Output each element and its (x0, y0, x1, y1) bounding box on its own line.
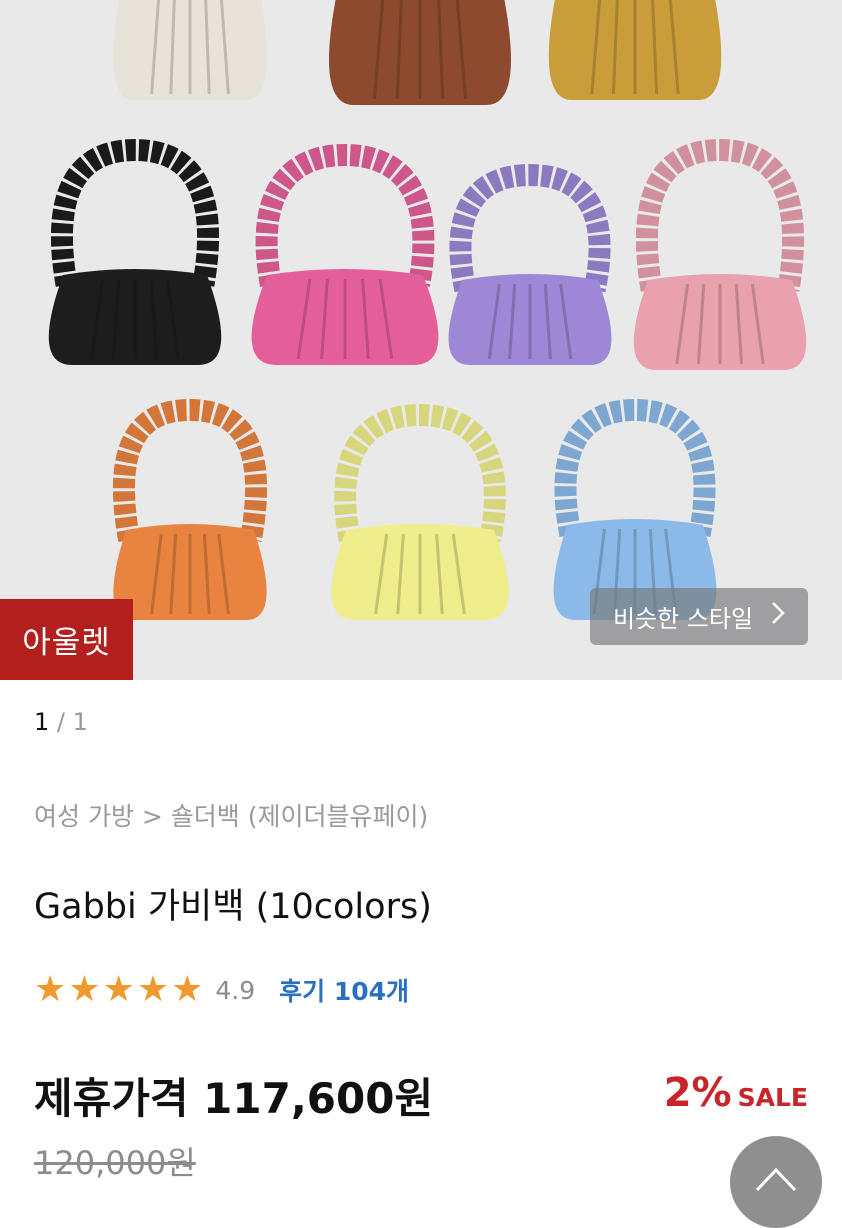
breadcrumb[interactable]: 여성 가방 > 숄더백 (제이더블유페이) (34, 797, 428, 833)
bag-4 (48, 138, 222, 365)
bag-2 (328, 0, 512, 105)
discount-percent: 2% (663, 1070, 732, 1116)
similar-style-button[interactable]: 비슷한 스타일 (590, 588, 808, 645)
product-image-gallery[interactable]: 아울렛 비슷한 스타일 (0, 0, 842, 680)
image-pager: 1 / 1 (34, 708, 88, 736)
review-count-link[interactable]: 후기 104개 (279, 972, 409, 1008)
pager-current: 1 (34, 708, 50, 736)
star-rating: ★ ★ ★ ★ ★ (34, 970, 203, 1010)
partner-price: 제휴가격 117,600원 (34, 1074, 434, 1123)
pager-total: 1 (72, 708, 88, 736)
bag-7 (633, 138, 807, 370)
star-icon: ★ (34, 969, 67, 1010)
similar-style-label: 비슷한 스타일 (612, 605, 754, 633)
original-price: 120,000원 (34, 1144, 196, 1182)
bag-1 (113, 0, 267, 100)
scroll-top-button[interactable] (730, 1136, 822, 1228)
star-icon: ★ (102, 969, 135, 1010)
pager-separator: / (49, 708, 73, 736)
bag-8 (113, 398, 267, 620)
outlet-badge: 아울렛 (0, 599, 133, 680)
star-icon: ★ (68, 969, 101, 1010)
bag-3 (548, 0, 722, 100)
sale-label: SALE (737, 1083, 808, 1112)
chevron-right-icon (771, 601, 785, 632)
bag-image (48, 0, 807, 620)
rating-row: ★ ★ ★ ★ ★ 4.9 후기 104개 (34, 970, 409, 1010)
bag-5 (251, 143, 439, 365)
bag-9 (331, 403, 509, 620)
rating-score: 4.9 (215, 975, 256, 1005)
bag-6 (448, 163, 612, 365)
chevron-up-icon (753, 1136, 799, 1198)
product-title: Gabbi 가비백 (10colors) (34, 887, 432, 927)
sale-badge: 2% SALE (664, 1070, 808, 1116)
star-icon: ★ (171, 969, 204, 1010)
star-icon: ★ (136, 969, 170, 1010)
